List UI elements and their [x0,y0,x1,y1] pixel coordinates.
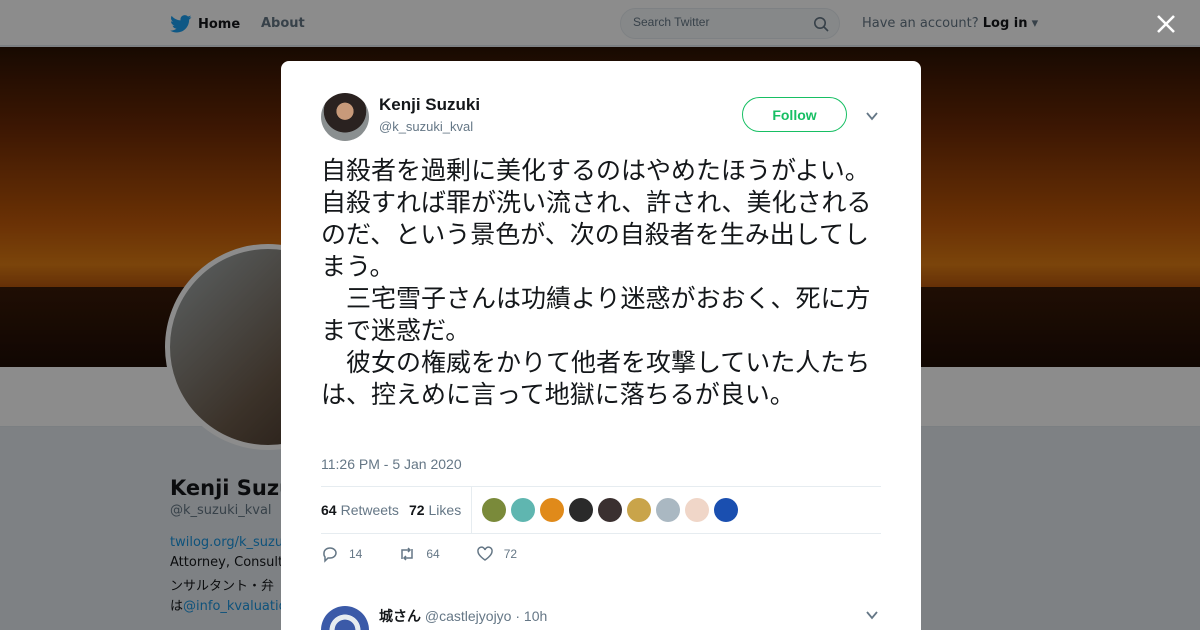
reply-author-handle[interactable]: @castlejyojyo [425,608,512,624]
reply-icon [323,547,337,563]
tweet-modal: Kenji Suzuki @k_suzuki_kval Follow 自殺者を過… [281,61,921,630]
like-button[interactable]: 72 [476,545,517,563]
reply-button[interactable]: 14 [321,545,362,563]
likes-count: 72 [408,502,425,518]
retweet-count: 64 [426,547,440,561]
separator-dot: · [515,608,521,624]
tweet-actions: 14 64 72 [321,545,553,563]
retweets-label: Retweets [340,502,399,518]
liker-avatar[interactable] [598,498,623,522]
reply-avatar[interactable] [321,606,369,630]
liker-avatars [482,498,739,522]
liker-avatar[interactable] [656,498,681,522]
chevron-down-icon[interactable] [865,608,879,622]
author-handle[interactable]: @k_suzuki_kval [379,119,473,134]
likes-label: Likes [428,502,462,518]
liker-avatar[interactable] [482,498,507,522]
likes-stat[interactable]: 72 Likes [408,486,473,534]
close-icon[interactable] [1152,10,1180,38]
author-name[interactable]: Kenji Suzuki [379,95,480,115]
reply-count: 14 [349,547,363,561]
liker-avatar[interactable] [540,498,565,522]
liker-avatar[interactable] [685,498,710,522]
liker-avatar[interactable] [569,498,594,522]
retweet-button[interactable]: 64 [398,545,440,563]
heart-icon [476,546,493,561]
tweet-text: 自殺者を過剰に美化するのはやめたほうがよい。自殺すれば罪が洗い流され、許され、美… [321,156,872,409]
follow-button[interactable]: Follow [742,97,847,132]
liker-avatar[interactable] [714,498,739,522]
liker-avatar[interactable] [627,498,652,522]
chevron-down-icon[interactable] [865,109,879,123]
tweet-timestamp[interactable]: 11:26 PM - 5 Jan 2020 [321,456,462,472]
reply-time[interactable]: 10h [524,608,547,624]
tweet-stats: 64 Retweets 72 Likes [321,486,881,534]
author-avatar[interactable] [321,93,369,141]
reply-author-name[interactable]: 城さん [379,608,421,624]
like-count: 72 [503,547,518,561]
liker-avatar[interactable] [511,498,536,522]
retweets-stat[interactable]: 64 Retweets [321,502,399,518]
retweet-icon [401,547,414,561]
retweets-count: 64 [321,502,337,518]
reply-meta: 城さん @castlejyojyo · 10h [379,606,547,626]
